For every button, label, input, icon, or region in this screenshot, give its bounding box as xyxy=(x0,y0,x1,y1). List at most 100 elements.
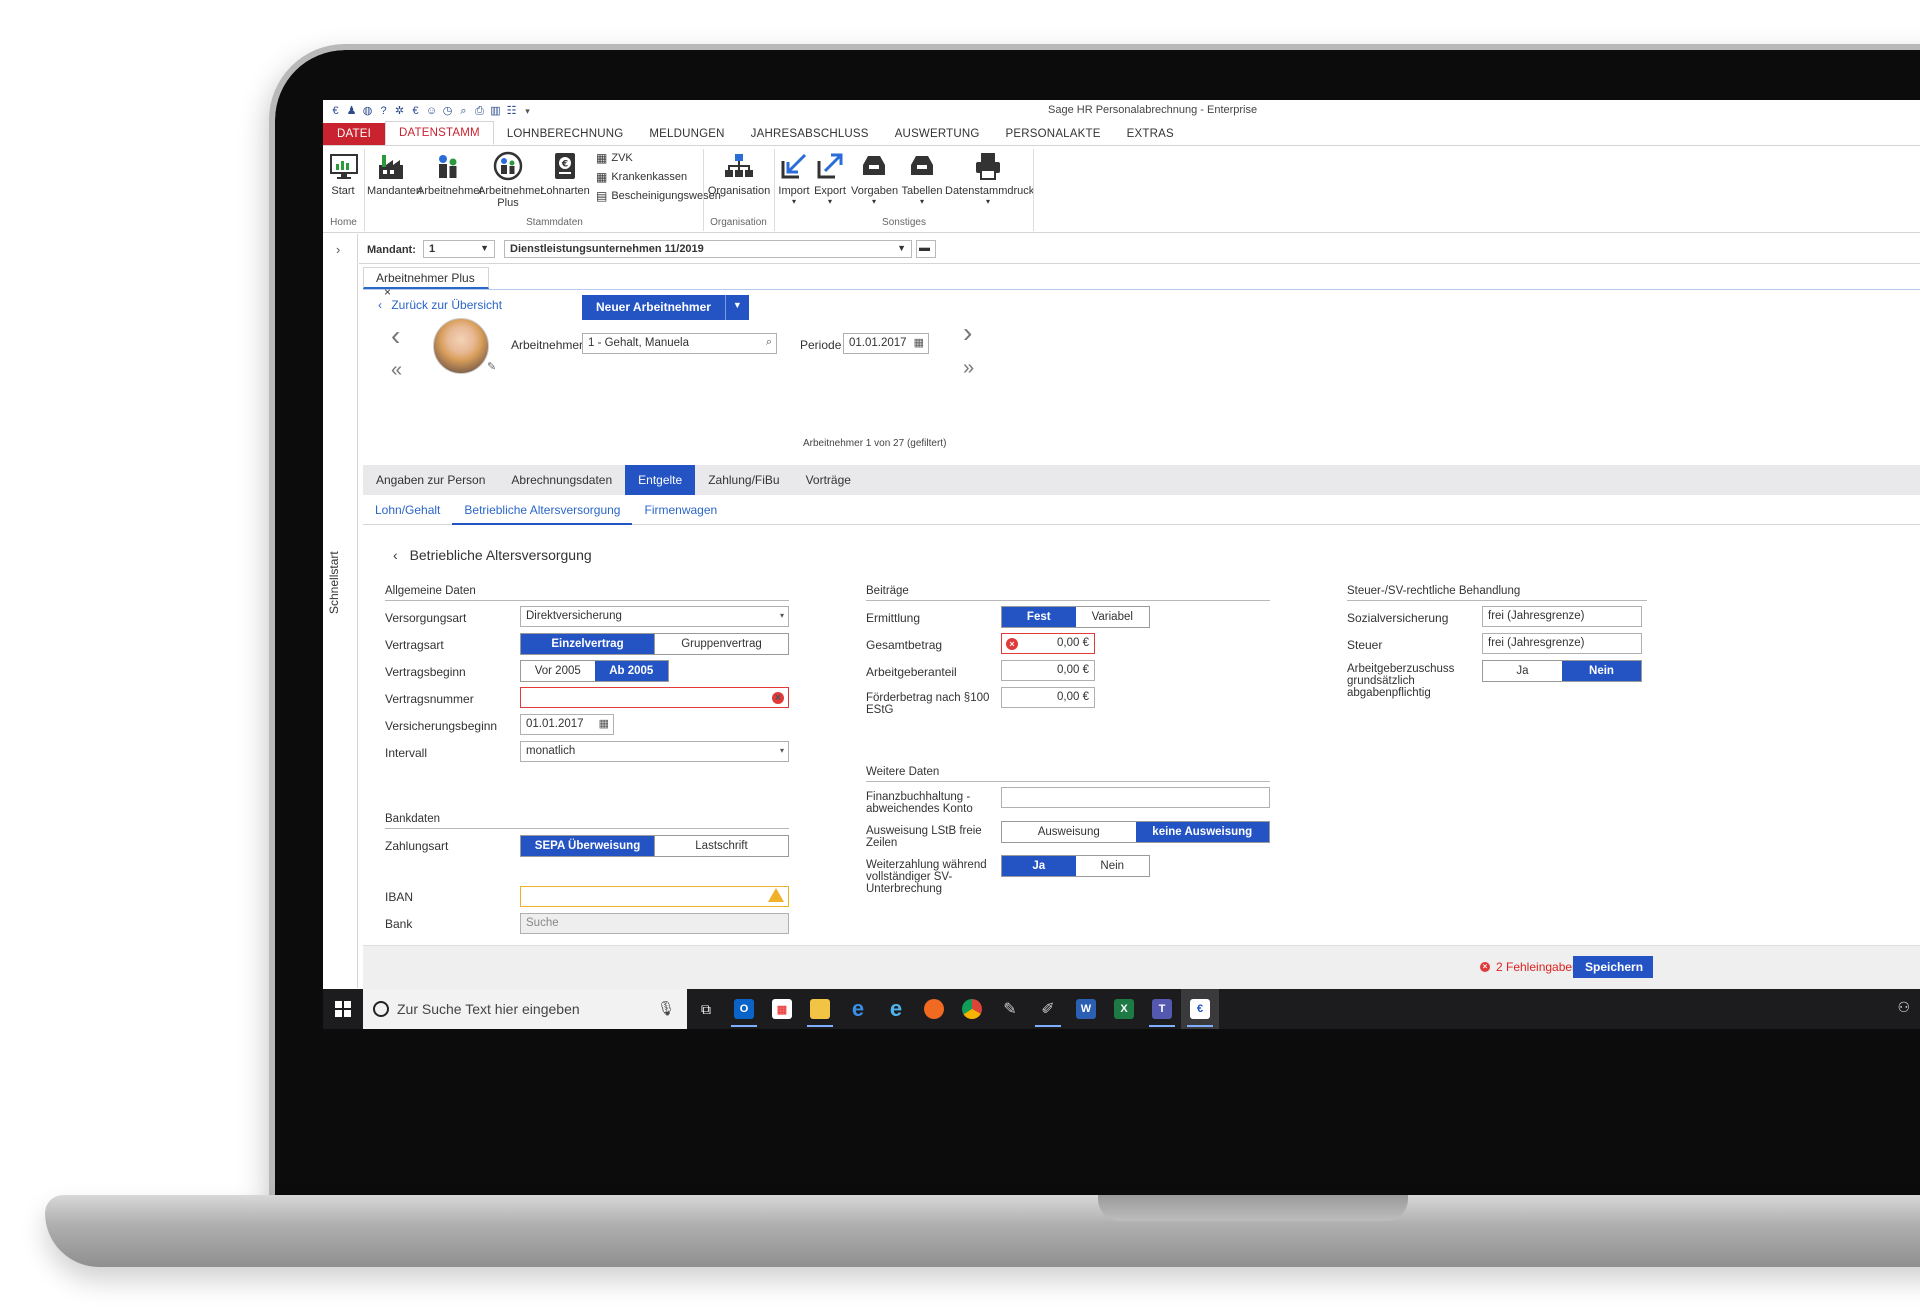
menu-auswertung[interactable]: AUSWERTUNG xyxy=(882,123,993,145)
error-summary[interactable]: × 2 Fehleingaben xyxy=(1480,960,1579,974)
paint3d-icon[interactable]: ✐ xyxy=(1029,989,1067,1029)
export-button[interactable]: Export ▾ xyxy=(812,151,848,206)
teams-icon[interactable]: T xyxy=(1143,989,1181,1029)
keine-ausweisung-option[interactable]: keine Ausweisung xyxy=(1135,822,1269,842)
zuschuss-nein-option[interactable]: Nein xyxy=(1562,661,1641,681)
sozialversicherung-select[interactable]: frei (Jahresgrenze) xyxy=(1482,606,1642,627)
paint-icon[interactable]: ✎ xyxy=(991,989,1029,1029)
printer-icon[interactable]: ⎙ xyxy=(473,105,486,118)
internet-explorer-icon[interactable]: e xyxy=(877,989,915,1029)
save-button[interactable]: Speichern xyxy=(1573,956,1653,978)
iban-input[interactable] xyxy=(520,886,789,907)
folder-open-button[interactable]: ▬ xyxy=(916,240,936,258)
tab-entgelte[interactable]: Entgelte xyxy=(625,465,696,495)
einzelvertrag-option[interactable]: Einzelvertrag xyxy=(521,634,654,654)
lohnarten-button[interactable]: € Lohnarten xyxy=(539,151,591,197)
foerderbetrag-input[interactable]: 0,00 € xyxy=(1001,687,1095,708)
task-view-icon[interactable]: ⧉ xyxy=(687,989,725,1029)
mandant-number-select[interactable]: 1 ▼ xyxy=(423,240,495,258)
tab-zahlung-fibu[interactable]: Zahlung/FiBu xyxy=(695,465,792,495)
menu-meldungen[interactable]: MELDUNGEN xyxy=(636,123,737,145)
back-to-overview-link[interactable]: ‹ Zurück zur Übersicht xyxy=(378,298,502,312)
quickstart-label[interactable]: Schnellstart xyxy=(327,551,341,614)
excel-icon[interactable]: X xyxy=(1105,989,1143,1029)
file-explorer-icon[interactable] xyxy=(801,989,839,1029)
calendar-icon[interactable]: ▦ xyxy=(599,717,609,730)
dropdown-arrow-icon[interactable]: ▼ xyxy=(726,295,749,320)
menu-jahresabschluss[interactable]: JAHRESABSCHLUSS xyxy=(738,123,882,145)
ausweisung-option[interactable]: Ausweisung xyxy=(1002,822,1136,842)
search-icon[interactable]: ⌕ xyxy=(766,336,772,349)
search-doc-icon[interactable]: ⌕ xyxy=(457,105,470,118)
organisation-button[interactable]: Organisation xyxy=(706,151,772,197)
help-icon[interactable]: ? xyxy=(377,105,390,118)
gesamtbetrag-input[interactable]: × 0,00 € xyxy=(1001,633,1095,654)
firefox-icon[interactable] xyxy=(915,989,953,1029)
edge-icon[interactable]: e xyxy=(839,989,877,1029)
section-title[interactable]: ‹ Betriebliche Altersversorgung xyxy=(393,547,592,563)
gear-icon[interactable]: ✲ xyxy=(393,105,406,118)
people-icon[interactable]: ☺ xyxy=(425,105,438,118)
tab-abrechnungsdaten[interactable]: Abrechnungsdaten xyxy=(498,465,625,495)
euro-small-icon[interactable]: € xyxy=(409,105,422,118)
first-employee-icon[interactable]: « xyxy=(391,359,402,382)
gruppenvertrag-option[interactable]: Gruppenvertrag xyxy=(654,634,788,654)
euro-icon[interactable]: € xyxy=(329,105,342,118)
previous-employee-icon[interactable]: ‹ xyxy=(391,320,400,352)
import-button[interactable]: Import ▾ xyxy=(776,151,812,206)
fibu-account-input[interactable] xyxy=(1001,787,1270,808)
intervall-select[interactable]: monatlich ▾ xyxy=(520,741,789,762)
new-employee-button[interactable]: Neuer Arbeitnehmer ▼ xyxy=(582,295,749,320)
close-icon[interactable]: × xyxy=(384,285,391,299)
subtab-firmenwagen[interactable]: Firmenwagen xyxy=(632,495,729,525)
last-employee-icon[interactable]: » xyxy=(963,357,974,380)
store-icon[interactable]: ▦ xyxy=(763,989,801,1029)
arbeitnehmer-button[interactable]: Arbeitnehmer xyxy=(417,151,483,197)
subtab-bav[interactable]: Betriebliche Altersversorgung xyxy=(452,495,633,525)
pencil-icon[interactable]: ✎ xyxy=(487,360,496,373)
period-date-input[interactable]: 01.01.2017 ▦ xyxy=(843,333,929,354)
vorgaben-button[interactable]: Vorgaben ▾ xyxy=(851,151,898,206)
menu-personalakte[interactable]: PERSONALAKTE xyxy=(993,123,1114,145)
next-employee-icon[interactable]: › xyxy=(963,317,972,349)
steuer-select[interactable]: frei (Jahresgrenze) xyxy=(1482,633,1642,654)
datenstammdruck-button[interactable]: Datenstammdruck ▾ xyxy=(945,151,1034,206)
mandanten-button[interactable]: Mandanten xyxy=(367,151,422,197)
versicherungsbeginn-input[interactable]: 01.01.2017 ▦ xyxy=(520,714,614,735)
word-icon[interactable]: W xyxy=(1067,989,1105,1029)
lastschrift-option[interactable]: Lastschrift xyxy=(654,836,788,856)
menu-datei[interactable]: DATEI xyxy=(323,123,386,145)
new-employee-label[interactable]: Neuer Arbeitnehmer xyxy=(582,295,726,320)
tab-angaben-zur-person[interactable]: Angaben zur Person xyxy=(363,465,498,495)
globe-icon[interactable]: ◍ xyxy=(361,105,374,118)
menu-datenstamm[interactable]: DATENSTAMM xyxy=(385,121,494,145)
weiterzahlung-ja-option[interactable]: Ja xyxy=(1002,856,1076,876)
zuschuss-ja-option[interactable]: Ja xyxy=(1483,661,1562,681)
zvk-button[interactable]: ▦ ZVK xyxy=(596,151,633,165)
sepa-ueberweisung-option[interactable]: SEPA Überweisung xyxy=(521,836,654,856)
microphone-icon[interactable]: 🎙 xyxy=(657,1000,675,1017)
chart-icon[interactable]: ▥ xyxy=(489,105,502,118)
taskbar-search-input[interactable]: Zur Suche Text hier eingeben 🎙 xyxy=(363,989,687,1029)
tabellen-button[interactable]: Tabellen ▾ xyxy=(899,151,945,206)
arbeitgeberanteil-input[interactable]: 0,00 € xyxy=(1001,660,1095,681)
user-list-icon[interactable]: ☷ xyxy=(505,105,518,118)
menu-extras[interactable]: EXTRAS xyxy=(1114,123,1187,145)
start-button[interactable]: Start xyxy=(329,151,358,197)
weiterzahlung-nein-option[interactable]: Nein xyxy=(1075,856,1149,876)
fest-option[interactable]: Fest xyxy=(1002,607,1076,627)
mandant-name-select[interactable]: Dienstleistungsunternehmen 11/2019 ▼ xyxy=(504,240,912,258)
tab-vortraege[interactable]: Vorträge xyxy=(793,465,864,495)
people-tray-icon[interactable]: ⚇ xyxy=(1897,999,1910,1016)
employee-search-input[interactable]: 1 - Gehalt, Manuela ⌕ xyxy=(582,333,777,354)
vor-2005-option[interactable]: Vor 2005 xyxy=(521,661,595,681)
vertragsnummer-input[interactable]: × xyxy=(520,687,789,708)
person-icon[interactable]: ♟ xyxy=(345,105,358,118)
menu-lohnberechnung[interactable]: LOHNBERECHNUNG xyxy=(494,123,637,145)
sage-app-icon[interactable]: € xyxy=(1181,989,1219,1029)
arbeitnehmer-plus-button[interactable]: Arbeitnehmer Plus xyxy=(478,151,544,209)
subtab-lohn-gehalt[interactable]: Lohn/Gehalt xyxy=(363,495,452,525)
variabel-option[interactable]: Variabel xyxy=(1075,607,1149,627)
customize-arrow-icon[interactable]: ▾ xyxy=(521,105,534,118)
versorgungsart-select[interactable]: Direktversicherung ▾ xyxy=(520,606,789,627)
